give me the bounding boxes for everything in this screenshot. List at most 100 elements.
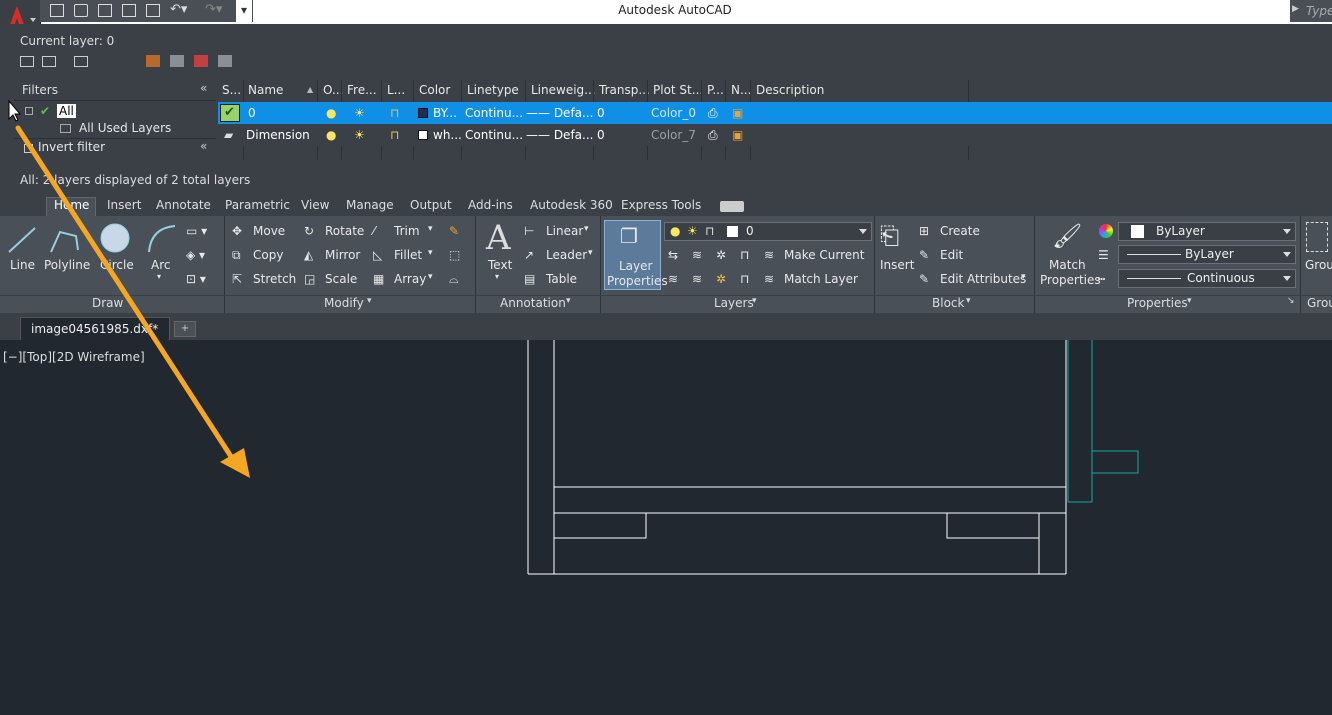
col-color[interactable]: Color xyxy=(419,83,450,97)
tab-express-tools[interactable]: Express Tools xyxy=(621,198,701,212)
collapse-filters-icon[interactable]: « xyxy=(200,81,207,95)
tab-annotate[interactable]: Annotate xyxy=(156,198,211,212)
col-description[interactable]: Description xyxy=(756,83,824,97)
table-button[interactable]: Table xyxy=(546,272,577,286)
move-button[interactable]: Move xyxy=(253,224,285,238)
properties-panel-title[interactable]: Properties xyxy=(1127,296,1188,310)
lightbulb-on-icon[interactable]: ● xyxy=(326,106,336,120)
polyline-icon[interactable] xyxy=(48,224,82,256)
col-plot[interactable]: P... xyxy=(707,83,724,97)
collapse-invert-icon[interactable]: « xyxy=(200,139,207,153)
layer-name[interactable]: 0 xyxy=(248,106,256,120)
properties-expand-icon[interactable]: ▾ xyxy=(1187,296,1192,306)
text-dropdown-icon[interactable]: ▾ xyxy=(495,272,499,281)
new-group-filter-icon[interactable] xyxy=(42,56,56,67)
layer-row[interactable]: ▰ Dimension ● ☀ ⊓ wh... Continu... —— De… xyxy=(218,124,1332,146)
leader-dropdown-icon[interactable]: ▾ xyxy=(588,248,593,258)
undo-icon[interactable]: ↶▾ xyxy=(170,2,187,17)
hatch-icon[interactable]: ◈ ▾ xyxy=(186,248,205,262)
layer-name[interactable]: Dimension xyxy=(246,128,310,142)
tab-parametric[interactable]: Parametric xyxy=(225,198,290,212)
filter-all-used-layers[interactable]: All Used Layers xyxy=(79,121,171,135)
layer-row[interactable]: ✔ 0 ● ☀ ⊓ BY... Continu... —— Defa... 0 … xyxy=(218,102,1332,124)
stretch-button[interactable]: Stretch xyxy=(253,272,296,286)
modify-expand-icon[interactable]: ▾ xyxy=(367,296,372,306)
sun-thawed-icon[interactable]: ☀ xyxy=(354,106,365,120)
fillet-button[interactable]: Fillet xyxy=(394,248,422,262)
offset-icon[interactable]: ⌓ xyxy=(449,272,459,287)
save-as-icon[interactable] xyxy=(122,4,136,17)
erase-icon[interactable]: ✎ xyxy=(449,224,459,238)
new-file-icon[interactable] xyxy=(50,4,64,17)
col-freeze[interactable]: Fre... xyxy=(347,83,377,97)
arc-button[interactable]: Arc xyxy=(151,258,170,272)
delete-layer-icon[interactable] xyxy=(194,55,208,67)
document-tab[interactable]: image04561985.dxf* xyxy=(20,317,170,340)
linetype-dropdown[interactable]: Continuous xyxy=(1118,269,1296,288)
text-icon[interactable]: A xyxy=(486,218,511,258)
trim-dropdown-icon[interactable]: ▾ xyxy=(428,224,433,234)
groups-panel-title[interactable]: Grou xyxy=(1307,296,1332,310)
col-name[interactable]: Name xyxy=(248,83,283,97)
redo-icon[interactable]: ↷▾ xyxy=(205,2,222,17)
color-dropdown[interactable]: ByLayer xyxy=(1118,222,1296,241)
edit-attributes-dropdown-icon[interactable]: ▾ xyxy=(1021,272,1026,282)
layers-expand-icon[interactable]: ▾ xyxy=(752,296,757,306)
boundary-icon[interactable]: ⊡ ▾ xyxy=(186,272,206,286)
fillet-dropdown-icon[interactable]: ▾ xyxy=(428,248,433,258)
layer-tool-icon[interactable]: ⊓ xyxy=(740,248,749,262)
layer-tool-icon[interactable]: ≋ xyxy=(668,272,678,286)
customize-qat-icon[interactable]: ▾ xyxy=(236,0,252,22)
match-layer-button[interactable]: Match Layer xyxy=(784,272,858,286)
layer-lineweight[interactable]: —— Defa... xyxy=(526,106,593,120)
search-expand-icon[interactable]: ▶ xyxy=(1292,4,1299,14)
make-current-button[interactable]: Make Current xyxy=(784,248,865,262)
polyline-button[interactable]: Polyline xyxy=(44,258,90,272)
tab-manage[interactable]: Manage xyxy=(346,198,394,212)
printer-icon[interactable]: ⎙ xyxy=(708,106,718,121)
col-linetype[interactable]: Linetype xyxy=(467,83,519,97)
layer-tool-icon[interactable]: ⇆ xyxy=(668,248,678,262)
tab-view[interactable]: View xyxy=(301,198,329,212)
new-layer-vp-frozen-icon[interactable] xyxy=(170,55,184,67)
col-new-vp-freeze[interactable]: N... xyxy=(731,83,751,97)
rectangle-icon[interactable]: ▭ ▾ xyxy=(186,224,207,238)
properties-launcher-icon[interactable]: ↘ xyxy=(1287,296,1295,306)
linear-dropdown-icon[interactable]: ▾ xyxy=(584,224,589,234)
col-lineweight[interactable]: Lineweig... xyxy=(531,83,596,97)
create-button[interactable]: Create xyxy=(940,224,980,238)
tab-output[interactable]: Output xyxy=(410,198,452,212)
text-button[interactable]: Text xyxy=(488,258,512,272)
layer-color[interactable]: BY... xyxy=(433,106,457,120)
trim-button[interactable]: Trim xyxy=(394,224,420,238)
color-swatch[interactable] xyxy=(418,108,428,118)
plot-icon[interactable] xyxy=(146,4,160,17)
arc-icon[interactable] xyxy=(145,222,177,254)
col-status[interactable]: S... xyxy=(222,83,241,97)
mirror-button[interactable]: Mirror xyxy=(325,248,360,262)
scale-button[interactable]: Scale xyxy=(325,272,357,286)
layer-linetype[interactable]: Continu... xyxy=(465,106,523,120)
block-panel-title[interactable]: Block xyxy=(932,296,964,310)
layer-color[interactable]: wh... xyxy=(433,128,462,142)
new-property-filter-icon[interactable] xyxy=(20,56,34,67)
drawing-viewport[interactable]: [−][Top][2D Wireframe] xyxy=(0,340,1332,715)
array-button[interactable]: Array xyxy=(394,272,426,286)
printer-icon[interactable]: ⎙ xyxy=(708,128,718,143)
layer-tool-icon[interactable]: ≋ xyxy=(692,272,702,286)
search-field[interactable]: ▶ Type xyxy=(1290,0,1332,22)
lineweight-dropdown[interactable]: ByLayer xyxy=(1118,245,1296,264)
block-expand-icon[interactable]: ▾ xyxy=(966,296,971,306)
sun-thawed-icon[interactable]: ☀ xyxy=(354,128,365,142)
layer-tool-icon[interactable]: ✲ xyxy=(716,272,726,286)
array-dropdown-icon[interactable]: ▾ xyxy=(428,272,433,282)
vp-freeze-icon[interactable]: ▣ xyxy=(732,106,743,120)
open-file-icon[interactable] xyxy=(74,4,88,17)
group-button[interactable]: Grou xyxy=(1305,258,1332,272)
col-plot-style[interactable]: Plot St... xyxy=(653,83,703,97)
layers-panel-title[interactable]: Layers xyxy=(714,296,754,310)
invert-filter-checkbox[interactable] xyxy=(24,144,33,153)
lightbulb-on-icon[interactable]: ● xyxy=(326,128,336,142)
edit-button[interactable]: Edit xyxy=(940,248,963,262)
match-properties-icon[interactable]: 🖌 xyxy=(1052,222,1082,250)
